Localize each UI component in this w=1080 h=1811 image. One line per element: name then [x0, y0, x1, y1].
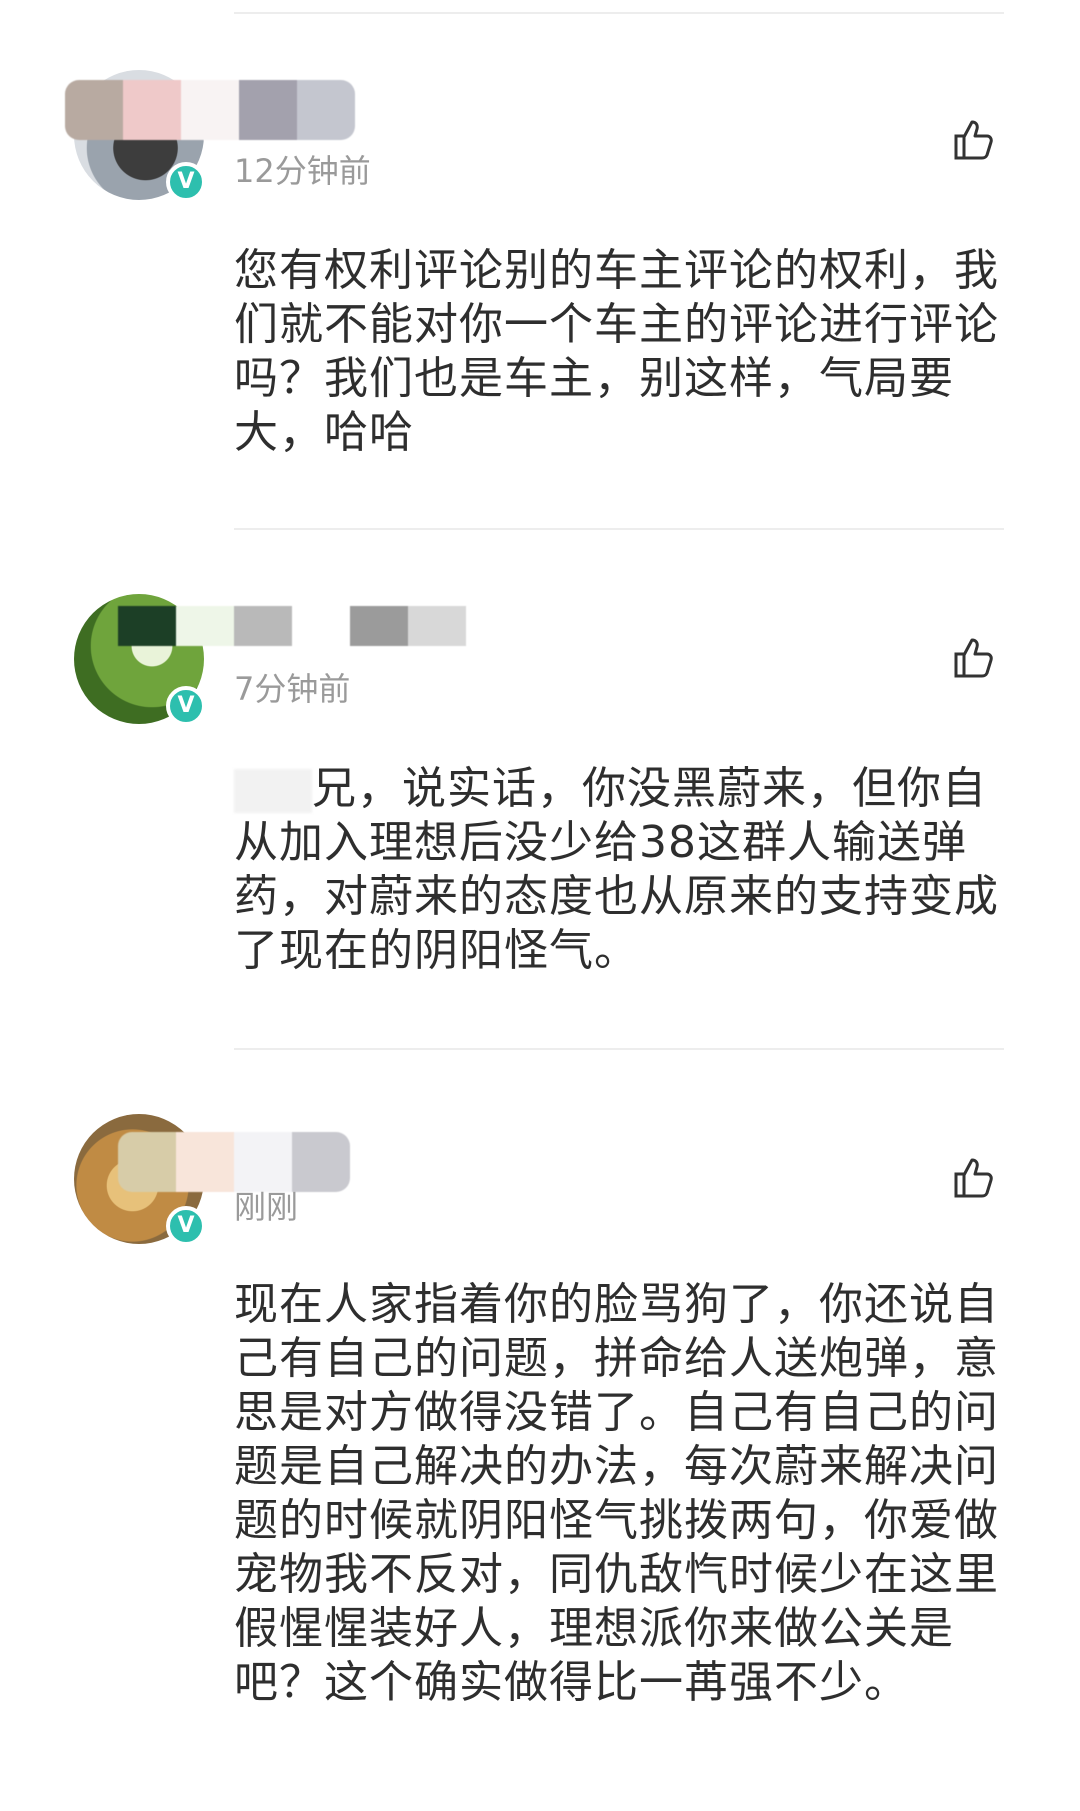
- comment-text: 您有权利评论别的车主评论的权利，我们就不能对你一个车主的评论进行评论吗？我们也是…: [234, 245, 999, 458]
- comment-time: 刚刚: [234, 1188, 299, 1226]
- top-divider: [234, 12, 1004, 14]
- thumbs-up-icon[interactable]: [950, 634, 998, 682]
- comment-divider: [234, 528, 1004, 530]
- thumbs-up-icon[interactable]: [950, 116, 998, 164]
- verified-v-icon: V: [166, 162, 206, 202]
- verified-v-icon: V: [166, 1206, 206, 1246]
- comment-text-body: 兄，说实话，你没黑蔚来，但你自从加入理想后没少给38这群人输送弹药，对蔚来的态度…: [234, 763, 999, 976]
- comment-text: 兄，说实话，你没黑蔚来，但你自从加入理想后没少给38这群人输送弹药，对蔚来的态度…: [234, 762, 1014, 978]
- comment-time: 12分钟前: [234, 152, 371, 190]
- verified-v-icon: V: [166, 686, 206, 726]
- redacted-mention: [234, 769, 312, 813]
- username-redacted: [118, 606, 466, 646]
- thumbs-up-icon[interactable]: [950, 1154, 998, 1202]
- comment-divider: [234, 1048, 1004, 1050]
- username-redacted: [65, 80, 355, 140]
- comment-text: 现在人家指着你的脸骂狗了，你还说自己有自己的问题，拼命给人送炮弹，意思是对方做得…: [234, 1279, 999, 1708]
- comment-time: 7分钟前: [234, 670, 351, 708]
